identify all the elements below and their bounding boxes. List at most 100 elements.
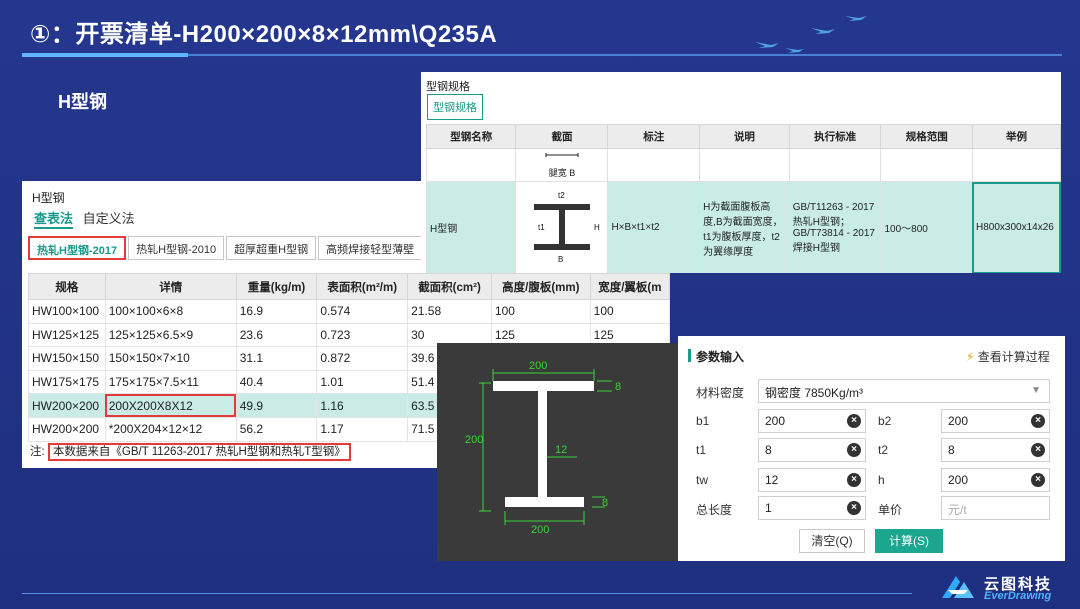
b2-input[interactable]: 200 ×: [941, 409, 1050, 433]
svg-text:t2: t2: [558, 191, 565, 200]
spec-empty-cell: [971, 148, 1061, 182]
spec-standard: GB/T11263 - 2017 热轧H型钢；GB/T73814 - 2017 …: [788, 181, 882, 273]
logo-icon: [942, 576, 974, 598]
h-input[interactable]: 200 ×: [941, 468, 1050, 492]
table-cell: 31.1: [235, 346, 318, 371]
b2-label: b2: [878, 414, 892, 428]
parameter-panel: 参数输入 ⚡ 查看计算过程 材料密度 钢密度 7850Kg/m³ ▼ b1 20…: [678, 336, 1065, 561]
table-cell: 49.9: [235, 393, 318, 418]
dim-bottom-flange: 8: [602, 497, 608, 509]
spec-col-range: 规格范围: [880, 124, 973, 149]
spec-empty-cell: [607, 148, 701, 182]
dim-top-width: 200: [529, 360, 547, 372]
col-spec: 规格: [28, 273, 106, 300]
t2-value: 8: [948, 443, 955, 457]
tw-input[interactable]: 12 ×: [758, 468, 866, 492]
price-input[interactable]: 元/t: [941, 496, 1050, 520]
spec-empty-cell: [699, 148, 790, 182]
t1-value: 8: [765, 443, 772, 457]
t1-label: t1: [696, 443, 707, 457]
dimension-diagram: 200 200 200 12 8 8: [437, 343, 678, 561]
spec-header-row: 型钢名称 截面 标注 说明 执行标准 规格范围 举例: [425, 124, 1061, 149]
company-logo: 云图科技 EverDrawing: [938, 572, 1073, 604]
table-cell: 1.16: [316, 393, 409, 418]
table-cell: 100×100×6×8: [104, 299, 237, 324]
clear-icon[interactable]: ×: [847, 443, 861, 457]
table-cell: 200X200X8X12: [104, 393, 237, 418]
view-process-label: 查看计算过程: [977, 350, 1050, 364]
table-cell: 40.4: [235, 369, 318, 395]
clear-icon[interactable]: ×: [847, 473, 861, 487]
spec-empty-section: 腿宽 B: [515, 148, 609, 182]
col-width: 宽度/翼板(m: [589, 273, 670, 300]
spec-table: 型钢名称 截面 标注 说明 执行标准 规格范围 举例 腿宽 B H型钢 t2 t…: [425, 124, 1061, 273]
calculate-button[interactable]: 计算(S): [875, 529, 943, 553]
clear-icon[interactable]: ×: [1031, 443, 1045, 457]
subtab-welded-thin[interactable]: 高频焊接轻型薄壁: [318, 236, 423, 260]
price-label: 单价: [878, 503, 903, 517]
subtab-hot-rolled-2017[interactable]: 热轧H型钢-2017: [28, 236, 127, 260]
spec-empty-cell: [425, 148, 517, 182]
col-weight: 重量(kg/m): [235, 273, 318, 300]
cross-section-label: 腿宽 B: [548, 168, 576, 178]
subtab-hot-rolled-2010[interactable]: 热轧H型钢-2010: [128, 236, 225, 260]
title-underline-accent: [22, 53, 188, 57]
tw-label: tw: [696, 473, 708, 487]
table-cell: 175×175×7.5×11: [104, 369, 237, 395]
table-cell: 16.9: [235, 299, 318, 324]
spec-col-section: 截面: [515, 124, 609, 149]
spec-empty-cell: [880, 148, 973, 182]
density-select[interactable]: 钢密度 7850Kg/m³ ▼: [758, 379, 1050, 403]
dim-top-flange: 8: [615, 381, 621, 393]
col-detail: 详情: [104, 273, 237, 300]
tab-lookup[interactable]: 查表法: [34, 211, 74, 229]
chevron-down-icon: ▼: [1031, 385, 1041, 396]
table-cell: 0.723: [316, 322, 409, 348]
spec-row-h[interactable]: H型钢 t2 t1 H B H×B×t1×t2 H为截面腹板高度,B为截面宽度，…: [425, 181, 1061, 273]
spec-section: t2 t1 H B: [515, 181, 609, 273]
spec-desc: H为截面腹板高度,B为截面宽度，t1为腹板厚度，t2为翼缘厚度: [699, 181, 790, 273]
page-title: ①：开票清单-H200×200×8×12mm\Q235A: [30, 21, 498, 48]
clear-icon[interactable]: ×: [847, 414, 861, 428]
clear-icon[interactable]: ×: [1031, 473, 1045, 487]
spec-example[interactable]: H800x300x14x26: [971, 181, 1061, 273]
tw-value: 12: [765, 473, 779, 487]
footer-line: [22, 593, 912, 594]
table-header-row: 规格 详情 重量(kg/m) 表面积(m²/m) 截面积(cm²) 高度/腹板(…: [28, 273, 670, 300]
clear-icon[interactable]: ×: [847, 501, 861, 515]
params-title: 参数输入: [696, 350, 745, 364]
subtab-extra-thick[interactable]: 超厚超重H型钢: [226, 236, 317, 260]
clear-icon[interactable]: ×: [1031, 414, 1045, 428]
col-area: 截面积(cm²): [407, 273, 492, 300]
spec-header: 型钢规格: [426, 81, 470, 93]
table-cell: 0.872: [316, 346, 409, 371]
source-note: 注: 本数据来自《GB/T 11263-2017 热轧H型钢和热轧T型钢》: [30, 443, 351, 461]
dim-height: 200: [465, 434, 483, 446]
length-input[interactable]: 1 ×: [758, 496, 866, 520]
clear-button[interactable]: 清空(Q): [799, 529, 865, 553]
spec-col-label: 标注: [607, 124, 701, 149]
svg-text:t1: t1: [538, 223, 545, 232]
table-cell: 100: [589, 299, 670, 324]
table-cell: HW175×175: [28, 369, 106, 395]
col-surface: 表面积(m²/m): [316, 273, 409, 300]
b2-value: 200: [948, 414, 969, 428]
table-row[interactable]: HW100×100 100×100×6×8 16.9 0.574 21.58 100 100: [28, 299, 670, 324]
table-cell: 1.17: [316, 416, 409, 442]
t2-input[interactable]: 8 ×: [941, 438, 1050, 462]
t2-label: t2: [878, 443, 889, 457]
spec-button[interactable]: 型钢规格: [427, 94, 483, 120]
table-cell: HW200×200: [28, 393, 106, 418]
table-cell: 56.2: [235, 416, 318, 442]
b1-input[interactable]: 200 ×: [758, 409, 866, 433]
logo-text-en: EverDrawing: [984, 590, 1052, 602]
spec-col-name: 型钢名称: [425, 124, 517, 149]
t1-input[interactable]: 8 ×: [758, 438, 866, 462]
tab-custom[interactable]: 自定义法: [83, 211, 135, 226]
dim-web: 12: [555, 444, 567, 456]
spec-panel: 型钢规格 型钢规格 型钢名称 截面 标注 说明 执行标准 规格范围 举例 腿宽 …: [421, 72, 1061, 273]
spec-col-example: 举例: [971, 124, 1061, 149]
view-process-link[interactable]: ⚡ 查看计算过程: [966, 348, 1050, 365]
spec-col-desc: 说明: [699, 124, 790, 149]
h-label: h: [878, 473, 885, 487]
